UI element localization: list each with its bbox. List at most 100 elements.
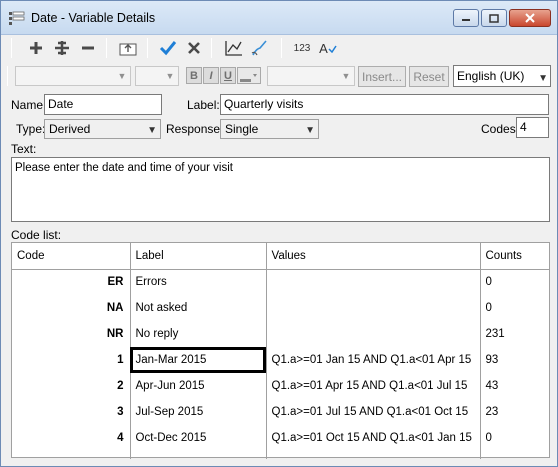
cancel-button[interactable]	[183, 38, 205, 58]
table-header-row: Code Label Values Counts	[12, 243, 549, 270]
label-field[interactable]: Quarterly visits	[220, 94, 549, 115]
accept-button[interactable]	[157, 38, 179, 58]
main-toolbar: 123 A	[5, 35, 553, 61]
values-cell[interactable]: Q1.a>=01 Jul 15 AND Q1.a<01 Oct 15	[266, 399, 481, 425]
label-cell[interactable]: Errors	[130, 269, 267, 295]
chevron-down-icon: ▼	[305, 125, 315, 136]
close-button[interactable]	[509, 9, 551, 27]
maximize-button[interactable]	[481, 9, 507, 27]
variable-details-window: Date - Variable Details 123 A ▼ ▼ B I U …	[0, 0, 558, 467]
label-cell[interactable]: Apr-Jun 2015	[130, 373, 267, 399]
values-cell[interactable]: Q1.a>=01 Jan 15 AND Q1.a<01 Apr 15	[266, 347, 481, 373]
italic-button[interactable]: I	[203, 67, 219, 84]
chevron-down-icon: ▼	[147, 125, 157, 136]
column-header-code[interactable]: Code	[12, 243, 131, 270]
spell-check-icon: A	[319, 41, 337, 56]
toolbar-separator	[11, 38, 12, 58]
response-value: Single	[225, 122, 259, 136]
column-header-values[interactable]: Values	[266, 243, 481, 270]
response-select[interactable]: Single ▼	[220, 119, 319, 139]
filler-cell	[12, 451, 131, 459]
text-color-button[interactable]	[237, 67, 261, 84]
type-label: Type:	[16, 122, 46, 136]
label-cell[interactable]: Oct-Dec 2015	[130, 425, 267, 451]
style-combo[interactable]: ▼	[267, 66, 355, 86]
plus-icon	[30, 42, 42, 54]
table-row[interactable]: 1 Jan-Mar 2015 Q1.a>=01 Jan 15 AND Q1.a<…	[12, 347, 549, 373]
underline-button[interactable]: U	[220, 67, 236, 84]
close-icon	[525, 13, 535, 23]
add-multiple-codes-button[interactable]	[51, 38, 73, 58]
bold-button[interactable]: B	[186, 67, 202, 84]
type-select[interactable]: Derived ▼	[44, 119, 161, 139]
table-row[interactable]: ER Errors 0	[12, 269, 549, 295]
code-list-table: Code Label Values Counts ER Errors 0 NA …	[12, 243, 549, 459]
remove-code-button[interactable]	[77, 38, 99, 58]
counts-cell: 43	[485, 380, 499, 392]
values-cell[interactable]	[266, 295, 481, 321]
values-cell[interactable]	[266, 269, 481, 295]
code-cell[interactable]: NR	[12, 321, 131, 347]
chevron-down-icon: ▼	[165, 71, 175, 81]
variable-icon	[9, 11, 25, 25]
counts-cell: 0	[485, 302, 492, 314]
code-cell[interactable]: NA	[12, 295, 131, 321]
label-cell[interactable]: No reply	[130, 321, 267, 347]
check-icon	[159, 41, 177, 56]
insert-button[interactable]: Insert...	[358, 66, 406, 87]
question-text-area[interactable]: Please enter the date and time of your v…	[11, 157, 550, 222]
chevron-down-icon: ▼	[117, 71, 127, 81]
table-filler-row	[12, 451, 549, 459]
code-cell[interactable]: 2	[12, 373, 131, 399]
spell-check-letter: A	[319, 40, 328, 56]
label-cell[interactable]: Jul-Sep 2015	[130, 399, 267, 425]
reset-button[interactable]: Reset	[409, 66, 449, 87]
values-cell[interactable]: Q1.a>=01 Oct 15 AND Q1.a<01 Jan 15	[266, 425, 481, 451]
values-cell[interactable]: Q1.a>=01 Apr 15 AND Q1.a<01 Jul 15	[266, 373, 481, 399]
toolbar-separator	[7, 66, 8, 86]
table-row[interactable]: 4 Oct-Dec 2015 Q1.a>=01 Oct 15 AND Q1.a<…	[12, 425, 549, 451]
spell-check-tick-icon	[328, 45, 337, 53]
table-row[interactable]: 3 Jul-Sep 2015 Q1.a>=01 Jul 15 AND Q1.a<…	[12, 399, 549, 425]
language-select[interactable]: English (UK) ▼	[453, 65, 551, 87]
minimize-button[interactable]	[453, 9, 479, 27]
label-cell[interactable]: Not asked	[130, 295, 267, 321]
language-value: English (UK)	[457, 69, 525, 83]
toolbar-separator	[147, 38, 148, 58]
code-list-grid: Code Label Values Counts ER Errors 0 NA …	[11, 242, 550, 459]
move-code-button[interactable]	[117, 38, 139, 58]
label-label: Label:	[187, 98, 220, 112]
cross-icon	[188, 42, 200, 54]
format-toolbar: ▼ ▼ B I U ▼ Insert... Reset English (UK)…	[5, 63, 555, 89]
title-bar: Date - Variable Details	[1, 1, 557, 35]
codes-field[interactable]: 4	[516, 117, 549, 138]
counts-cell: 93	[485, 354, 499, 366]
chevron-down-icon: ▼	[538, 73, 548, 84]
chart-button[interactable]	[223, 38, 245, 58]
table-row[interactable]: 2 Apr-Jun 2015 Q1.a>=01 Apr 15 AND Q1.a<…	[12, 373, 549, 399]
add-code-button[interactable]	[25, 38, 47, 58]
counts-cell: 23	[485, 406, 499, 418]
label-cell-selected[interactable]: Jan-Mar 2015	[130, 347, 267, 373]
name-field[interactable]: Date	[44, 94, 162, 115]
tab-up-icon	[119, 43, 137, 56]
toolbar-separator	[106, 38, 107, 58]
codes-label: Codes:	[481, 122, 520, 136]
counts-cell: 0	[485, 276, 492, 289]
code-cell[interactable]: ER	[12, 269, 131, 295]
spell-check-button[interactable]: A	[317, 38, 339, 58]
format-painter-button[interactable]	[249, 38, 271, 58]
font-size-combo[interactable]: ▼	[135, 66, 179, 86]
code-cell[interactable]: 1	[12, 347, 131, 373]
code-cell[interactable]: 3	[12, 399, 131, 425]
code-cell[interactable]: 4	[12, 425, 131, 451]
column-header-counts[interactable]: Counts	[480, 243, 549, 270]
table-row[interactable]: NR No reply 231	[12, 321, 549, 347]
table-row[interactable]: NA Not asked 0	[12, 295, 549, 321]
values-cell[interactable]	[266, 321, 481, 347]
numbers-button[interactable]: 123	[291, 38, 313, 58]
column-header-label[interactable]: Label	[130, 243, 267, 270]
font-name-combo[interactable]: ▼	[15, 66, 131, 86]
type-value: Derived	[49, 122, 91, 136]
text-label: Text:	[11, 142, 37, 156]
